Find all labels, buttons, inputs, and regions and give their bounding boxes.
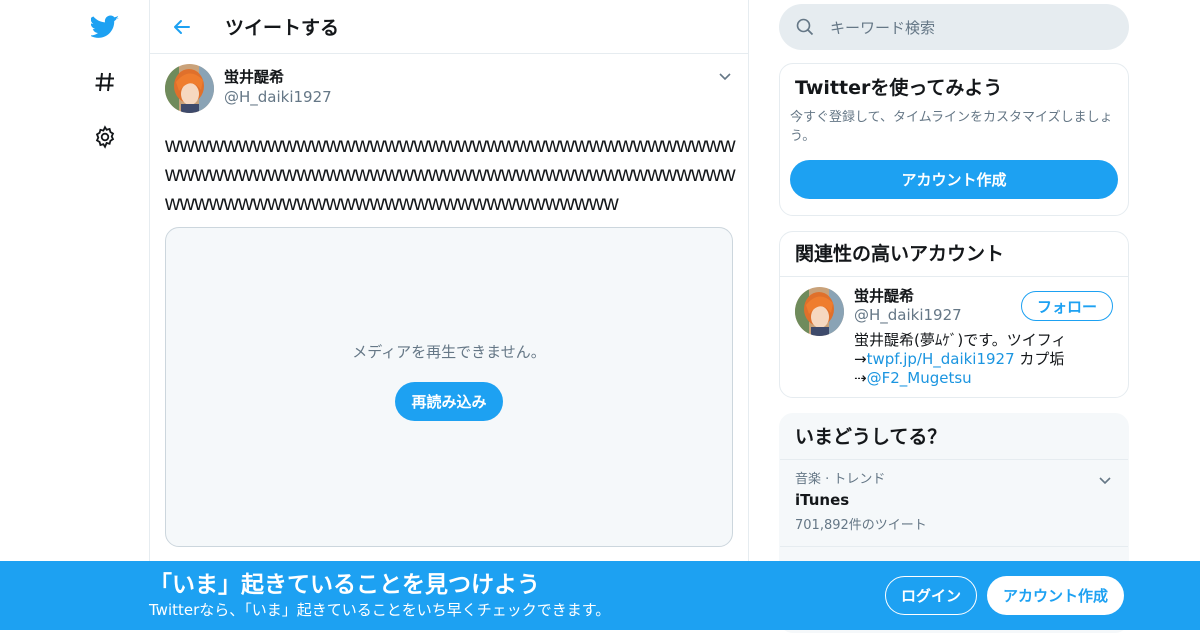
- related-accounts-title: 関連性の高いアカウント: [780, 232, 1128, 277]
- signup-card: Twitterを使ってみよう 今すぐ登録して、タイムラインをカスタマイズしましょ…: [779, 63, 1129, 216]
- banner-create-account-button[interactable]: アカウント作成: [987, 576, 1124, 615]
- bio-link-twpf[interactable]: twpf.jp/H_daiki1927: [867, 350, 1015, 368]
- signup-card-title: Twitterを使ってみよう: [795, 77, 1003, 99]
- bio-link-mention[interactable]: @F2_Mugetsu: [867, 369, 972, 387]
- chevron-down-icon[interactable]: [717, 68, 733, 84]
- trend-item[interactable]: 音楽 · トレンド iTunes 701,892件のツイート: [780, 460, 1128, 547]
- banner-title: 「いま」起きていることを見つけよう: [149, 572, 540, 598]
- search-input[interactable]: キーワード検索: [830, 17, 935, 38]
- search-box[interactable]: キーワード検索: [779, 4, 1129, 50]
- follow-button[interactable]: フォロー: [1021, 291, 1113, 321]
- tweet-header: 蛍井醍希 @H_daiki1927: [165, 64, 733, 113]
- banner-subtitle: Twitterなら、「いま」起きていることをいち早くチェックできます。: [149, 601, 611, 619]
- trend-name: iTunes: [795, 491, 850, 509]
- back-arrow-icon[interactable]: [167, 12, 197, 42]
- trend-meta: 音楽 · トレンド: [795, 472, 886, 487]
- gear-icon[interactable]: [90, 122, 120, 152]
- media-player: メディアを再生できません。 再読み込み: [165, 227, 733, 547]
- tweet: 蛍井醍希 @H_daiki1927 wwwwwwwwwwwwwwwwwwwwww…: [150, 54, 748, 547]
- hashtag-icon[interactable]: [90, 67, 120, 97]
- trend-count: 701,892件のツイート: [795, 518, 927, 533]
- page-header: ツイートする: [150, 0, 748, 54]
- related-account-bio: 蛍井醍希(夢ﾑｹﾞ)です。ツイフィ→twpf.jp/H_daiki1927 カプ…: [854, 331, 1114, 388]
- twitter-bird-icon[interactable]: [90, 12, 120, 42]
- avatar[interactable]: [795, 287, 844, 336]
- login-button[interactable]: ログイン: [885, 576, 977, 615]
- chevron-down-icon[interactable]: [1097, 472, 1113, 488]
- related-accounts-card: 関連性の高いアカウント 蛍井醍希 @H_daiki1927 蛍井醍希(夢ﾑｹﾞ)…: [779, 231, 1129, 398]
- trends-title: いまどうしてる？: [780, 414, 1128, 460]
- reload-button[interactable]: 再読み込み: [395, 382, 503, 421]
- avatar[interactable]: [165, 64, 214, 113]
- tweet-text: wwwwwwwwwwwwwwwwwwwwwwwwwwwwwwwwwwwwwwww…: [165, 134, 736, 215]
- media-error-message: メディアを再生できません。: [352, 343, 546, 361]
- main-column: ツイートする 蛍井醍希 @H_daiki1927 wwwwwwwwwwwwwww…: [149, 0, 749, 630]
- author-name[interactable]: 蛍井醍希: [224, 67, 332, 87]
- page-title: ツイートする: [225, 17, 340, 39]
- signup-card-description: 今すぐ登録して、タイムラインをカスタマイズしましょう。: [790, 110, 1113, 144]
- tweet-author: 蛍井醍希 @H_daiki1927: [224, 67, 332, 107]
- author-handle[interactable]: @H_daiki1927: [224, 87, 332, 107]
- search-icon: [796, 18, 814, 36]
- create-account-button[interactable]: アカウント作成: [790, 160, 1118, 199]
- related-account[interactable]: 蛍井醍希 @H_daiki1927 蛍井醍希(夢ﾑｹﾞ)です。ツイフィ→twpf…: [780, 277, 1128, 397]
- bottom-banner: 「いま」起きていることを見つけよう Twitterなら、「いま」起きていることを…: [0, 561, 1200, 630]
